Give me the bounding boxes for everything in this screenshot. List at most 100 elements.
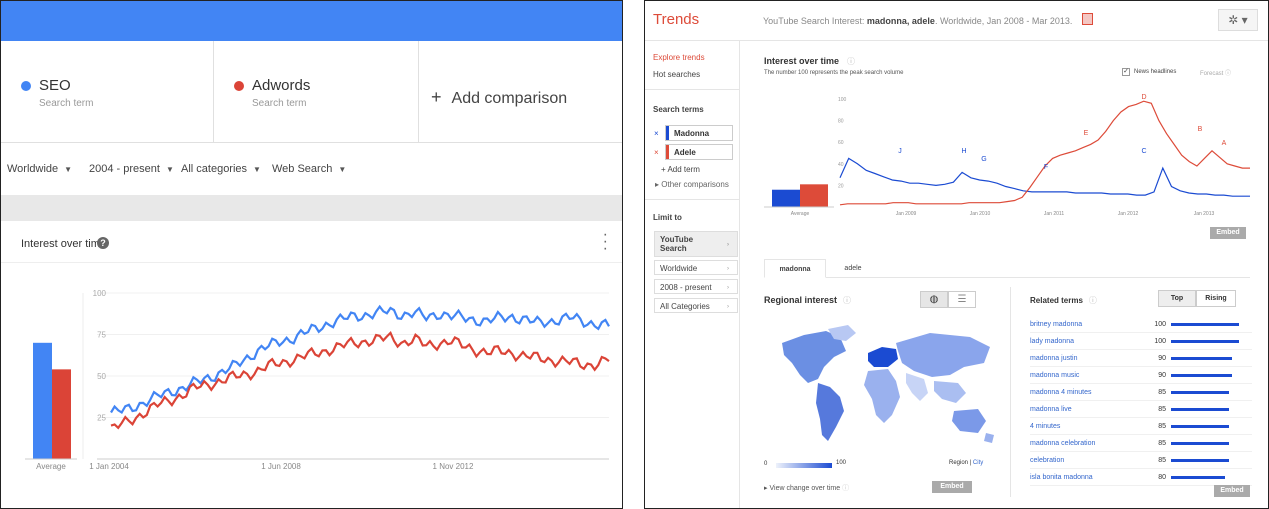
related-term-link[interactable]: celebration [1030,457,1064,464]
term-tabs: madonna adele [764,259,1250,278]
related-term-row[interactable]: celebration 85 [1030,452,1252,469]
world-map [782,325,994,443]
related-term-row[interactable]: madonna justin 90 [1030,350,1252,367]
add-term-link[interactable]: + Add term [661,165,700,174]
search-term-seo[interactable]: SEO Search term [1,41,214,143]
title-prefix: YouTube Search Interest: [763,16,867,26]
list-view-icon[interactable]: ☰ [948,291,976,308]
interest-title: Interest over time ⓘ [764,56,855,67]
y-tick-label: 60 [838,140,844,146]
y-tick-label: 100 [93,289,107,298]
related-term-row[interactable]: lady madonna 100 [1030,333,1252,350]
annotation-marker: F [1044,164,1048,171]
other-comparisons-link[interactable]: ▸ Other comparisons [655,180,729,189]
related-term-value: 90 [1158,372,1166,379]
related-term-row[interactable]: madonna music 90 [1030,367,1252,384]
page-title: YouTube Search Interest: madonna, adele.… [763,16,1072,26]
limit-youtube-search[interactable]: YouTube Search › [654,231,738,257]
view-change-label: View change over time [769,485,841,492]
related-term-row[interactable]: madonna live 85 [1030,401,1252,418]
help-icon[interactable]: ⓘ [1089,296,1097,305]
x-tick-label: Jan 2010 [970,211,991,217]
region-label: Region [949,460,969,466]
embed-button[interactable]: Embed [932,481,972,493]
related-term-link[interactable]: madonna celebration [1030,440,1095,447]
filter-label: All categories [181,163,248,175]
related-term-link[interactable]: isla bonita madonna [1030,474,1093,481]
share-icon[interactable] [1082,13,1093,25]
top-toggle-button[interactable]: Top [1158,290,1196,307]
related-term-link[interactable]: madonna live [1030,406,1072,413]
interest-title-text: Interest over time [764,56,840,66]
average-bar [800,184,828,207]
limit-time[interactable]: 2008 - present › [654,279,738,294]
filter-time[interactable]: 2004 - present ▼ [89,163,174,175]
related-term-link[interactable]: madonna 4 minutes [1030,389,1091,396]
related-term-value: 85 [1158,440,1166,447]
title-suffix: . Worldwide, Jan 2008 - Mar 2013. [934,16,1073,26]
explore-trends-link[interactable]: Explore trends [653,53,705,62]
series-dot-icon [21,81,31,91]
average-bar [52,369,71,459]
annotation-marker: B [1198,126,1203,133]
embed-button[interactable]: Embed [1210,227,1246,239]
city-link[interactable]: City [973,460,983,466]
tab-madonna[interactable]: madonna [764,259,826,278]
embed-button[interactable]: Embed [1214,485,1250,497]
search-term-madonna[interactable]: Madonna [665,125,733,141]
average-bar [772,189,800,207]
related-term-link[interactable]: 4 minutes [1030,423,1060,430]
limit-label: YouTube Search [660,235,694,253]
trends-logo[interactable]: Trends [653,11,699,28]
help-icon[interactable]: ? [97,237,109,249]
gear-icon[interactable]: ✲ ▾ [1218,9,1258,31]
regional-title-text: Regional interest [764,295,838,305]
checkbox-icon[interactable]: ✓ [1122,68,1130,76]
region-city-toggle[interactable]: Region | City [949,460,983,466]
globe-view-icon[interactable]: ◍ [920,291,948,308]
add-comparison-button[interactable]: + Add comparison [431,87,567,108]
related-term-row[interactable]: madonna 4 minutes 85 [1030,384,1252,401]
main-content: Interest over time ⓘ The number 100 repre… [740,41,1268,508]
related-term-row[interactable]: britney madonna 100 [1030,316,1252,333]
related-term-value: 85 [1158,406,1166,413]
divider [1010,287,1011,497]
related-term-link[interactable]: madonna music [1030,372,1079,379]
term-sub: Search term [252,98,307,109]
remove-term-icon[interactable]: × [654,148,659,157]
term-color-bar [666,126,669,140]
filter-category[interactable]: All categories ▼ [181,163,261,175]
related-term-link[interactable]: madonna justin [1030,355,1077,362]
search-term-adwords[interactable]: Adwords Search term [214,41,419,143]
divider-strip [1,195,622,221]
news-headlines-toggle[interactable]: ✓ News headlines [1122,68,1176,76]
help-icon[interactable]: ⓘ [843,296,851,305]
help-icon[interactable]: ⓘ [847,57,855,66]
related-term-link[interactable]: britney madonna [1030,321,1082,328]
related-term-link[interactable]: lady madonna [1030,338,1074,345]
forecast-toggle[interactable]: Forecast ⓘ [1200,68,1231,77]
view-change-link[interactable]: ▸ View change over time ⓘ [764,483,849,493]
term-name: SEO [39,77,71,94]
forecast-label: Forecast [1200,71,1224,77]
rising-toggle-button[interactable]: Rising [1196,290,1236,307]
hot-searches-link[interactable]: Hot searches [653,70,700,79]
search-terms-label: Search terms [653,105,704,114]
related-term-row[interactable]: madonna celebration 85 [1030,435,1252,452]
limit-location[interactable]: Worldwide › [654,260,738,275]
related-term-bar [1171,476,1226,479]
related-term-row[interactable]: 4 minutes 85 [1030,418,1252,435]
tab-adele[interactable]: adele [828,259,878,278]
average-label: Average [36,462,66,471]
filter-search-type[interactable]: Web Search ▼ [272,163,346,175]
related-term-value: 80 [1158,474,1166,481]
related-term-row[interactable]: isla bonita madonna 80 [1030,469,1252,486]
x-tick-label: Jan 2009 [896,211,917,217]
related-term-bar [1171,425,1229,428]
remove-term-icon[interactable]: × [654,129,659,138]
limit-category[interactable]: All Categories › [654,298,738,313]
limit-to-label: Limit to [653,213,682,222]
search-term-adele[interactable]: Adele [665,144,733,160]
filter-location[interactable]: Worldwide ▼ [7,163,72,175]
more-options-icon[interactable]: · · · [603,227,608,257]
